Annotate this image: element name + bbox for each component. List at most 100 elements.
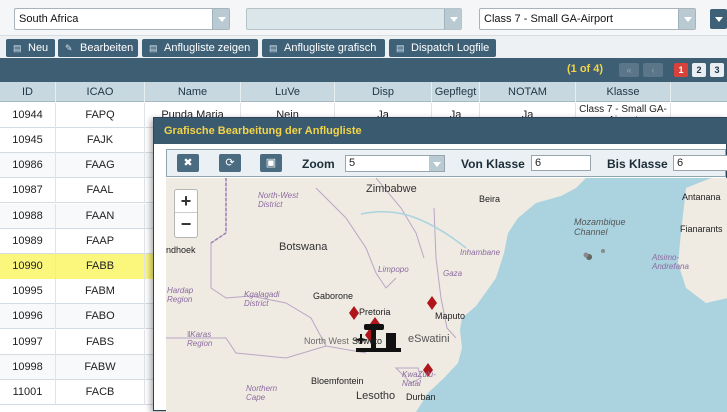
page-2-button[interactable]: 2 bbox=[692, 63, 706, 77]
dialog-title: Grafische Bearbeitung der Anflugliste bbox=[154, 118, 727, 144]
map-label-northern-cape: Northern Cape bbox=[246, 384, 278, 402]
bis-klasse-label: Bis Klasse bbox=[607, 157, 668, 171]
column-header-gepflegt[interactable]: Gepflegt bbox=[432, 82, 480, 102]
cell-id: 11001 bbox=[0, 380, 56, 405]
cell-icao: FABB bbox=[56, 254, 145, 279]
column-header-id[interactable]: ID bbox=[0, 82, 56, 102]
map-label-antananarivo: Antanana bbox=[682, 192, 721, 202]
country-select-value: South Africa bbox=[19, 13, 79, 25]
edit-button-label: Bearbeiten bbox=[80, 42, 134, 54]
cell-id: 10995 bbox=[0, 279, 56, 304]
map-label-north-west: North West bbox=[304, 336, 349, 346]
von-klasse-label: Von Klasse bbox=[461, 157, 525, 171]
cell-icao: FABW bbox=[56, 355, 145, 380]
prev-page-button[interactable]: ‹ bbox=[643, 63, 663, 77]
cell-id: 10996 bbox=[0, 304, 56, 329]
page-1-button[interactable]: 1 bbox=[674, 63, 688, 77]
zoom-select[interactable]: 5 bbox=[345, 155, 445, 172]
map-label-atsimo-andrefana: Atsimo- Andrefana bbox=[652, 253, 689, 271]
country-select[interactable]: South Africa bbox=[14, 8, 230, 30]
save-icon: ▣ bbox=[265, 157, 277, 169]
table-header: ID ICAO Name LuVe Disp Gepflegt NOTAM Kl… bbox=[0, 82, 727, 102]
map-label-zimbabwe: Zimbabwe bbox=[366, 183, 417, 195]
map-label-maputo: Maputo bbox=[435, 311, 466, 321]
cell-icao: FAAL bbox=[56, 178, 145, 203]
map-label-gaza: Gaza bbox=[443, 269, 463, 278]
save-button[interactable]: ▣ bbox=[260, 154, 282, 172]
refresh-icon: ⟳ bbox=[225, 157, 235, 169]
von-klasse-input[interactable]: 6 bbox=[531, 155, 591, 171]
close-button[interactable]: ✖ bbox=[177, 154, 199, 172]
cell-icao: FABM bbox=[56, 279, 145, 304]
cell-id: 10986 bbox=[0, 153, 56, 178]
toolbar: ▤ Neu ✎ Bearbeiten ▤ Anflugliste zeigen … bbox=[0, 36, 727, 58]
cell-icao: FABO bbox=[56, 304, 145, 329]
column-header-name[interactable]: Name bbox=[145, 82, 241, 102]
cell-id: 10997 bbox=[0, 330, 56, 355]
zoom-out-button[interactable]: − bbox=[175, 213, 197, 236]
cell-icao: FACB bbox=[56, 380, 145, 405]
show-approach-list-label: Anflugliste zeigen bbox=[164, 42, 251, 54]
zoom-in-button[interactable]: + bbox=[175, 190, 197, 213]
cell-icao: FAAN bbox=[56, 204, 145, 229]
cell-icao: FAAP bbox=[56, 229, 145, 254]
filter-dropdown-button[interactable] bbox=[710, 9, 727, 29]
map-label-botswana: Botswana bbox=[279, 241, 328, 253]
column-header-notam[interactable]: NOTAM bbox=[480, 82, 576, 102]
cell-icao: FABS bbox=[56, 330, 145, 355]
new-button[interactable]: ▤ Neu bbox=[6, 39, 55, 57]
graphic-edit-dialog: Grafische Bearbeitung der Anflugliste ✖ … bbox=[153, 117, 727, 412]
new-button-label: Neu bbox=[28, 42, 49, 54]
pencil-icon: ✎ bbox=[65, 43, 73, 53]
first-page-button[interactable]: « bbox=[619, 63, 639, 77]
page-count: (1 of 4) bbox=[567, 63, 604, 75]
map-label-limpopo: Limpopo bbox=[378, 265, 409, 274]
bis-klasse-input[interactable]: 6 bbox=[673, 155, 727, 171]
column-header-disp[interactable]: Disp bbox=[335, 82, 432, 102]
approach-list-graphic-button[interactable]: ▤ Anflugliste grafisch bbox=[262, 39, 385, 57]
cell-id: 10987 bbox=[0, 178, 56, 203]
cell-id: 10990 bbox=[0, 254, 56, 279]
cell-icao: FAAG bbox=[56, 153, 145, 178]
show-approach-list-button[interactable]: ▤ Anflugliste zeigen bbox=[142, 39, 258, 57]
chevron-down-icon bbox=[444, 9, 461, 29]
map-zoom-control: + − bbox=[174, 189, 198, 238]
chevron-down-icon bbox=[212, 9, 229, 29]
zoom-label: Zoom bbox=[302, 157, 335, 171]
map-label-beira: Beira bbox=[479, 194, 501, 204]
cell-id: 10989 bbox=[0, 229, 56, 254]
edit-button[interactable]: ✎ Bearbeiten bbox=[58, 39, 138, 57]
column-header-luve[interactable]: LuVe bbox=[241, 82, 335, 102]
map-label-durban: Durban bbox=[406, 392, 436, 402]
approach-list-graphic-label: Anflugliste grafisch bbox=[284, 42, 377, 54]
map-label-soweto: Soweto bbox=[352, 336, 383, 346]
map[interactable]: + − Zimbabwe North-West District Botswan… bbox=[166, 178, 727, 412]
filter-bar: South Africa Class 7 - Small GA-Airport bbox=[0, 0, 727, 36]
map-label-inhambane: Inhambane bbox=[460, 248, 501, 257]
map-label-eswatini: eSwatini bbox=[408, 333, 450, 345]
map-label-kwazulu-natal: KwaZulu- Natal bbox=[402, 370, 436, 388]
cell-id: 10944 bbox=[0, 103, 56, 128]
page-3-button[interactable]: 3 bbox=[710, 63, 724, 77]
cell-id: 10988 bbox=[0, 204, 56, 229]
klasse-select[interactable]: Class 7 - Small GA-Airport bbox=[479, 8, 696, 30]
dispatch-logfile-label: Dispatch Logfile bbox=[411, 42, 490, 54]
cell-id: 10945 bbox=[0, 128, 56, 153]
map-label-mozambique-channel: Mozambique Channel bbox=[574, 217, 626, 237]
cell-icao: FAJK bbox=[56, 128, 145, 153]
column-header-klasse[interactable]: Klasse bbox=[576, 82, 671, 102]
document-icon: ▤ bbox=[396, 43, 405, 53]
chevron-down-icon bbox=[678, 9, 695, 29]
column-header-icao[interactable]: ICAO bbox=[56, 82, 145, 102]
klasse-select-value: Class 7 - Small GA-Airport bbox=[484, 13, 613, 25]
map-label-hardap: Hardap Region bbox=[167, 286, 194, 304]
cell-id: 10998 bbox=[0, 355, 56, 380]
zoom-select-value: 5 bbox=[349, 157, 356, 169]
middle-select[interactable] bbox=[246, 8, 462, 30]
dispatch-logfile-button[interactable]: ▤ Dispatch Logfile bbox=[389, 39, 496, 57]
chevron-down-icon bbox=[429, 156, 444, 171]
map-label-bloemfontein: Bloemfontein bbox=[311, 376, 364, 386]
map-label-gaborone: Gaborone bbox=[313, 291, 354, 301]
refresh-button[interactable]: ⟳ bbox=[219, 154, 241, 172]
document-icon: ▤ bbox=[149, 43, 158, 53]
